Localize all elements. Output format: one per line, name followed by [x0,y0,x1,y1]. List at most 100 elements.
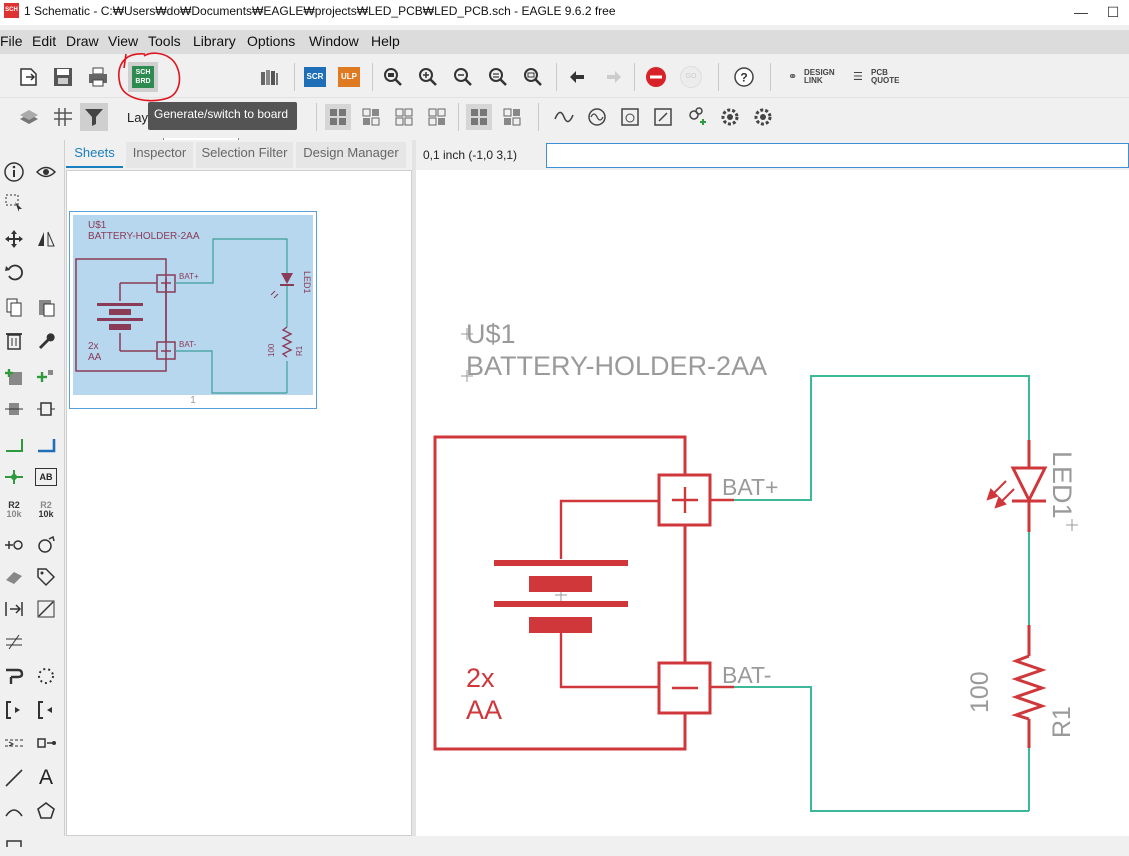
tab-inspector[interactable]: Inspector [126,142,193,168]
menu-edit[interactable]: Edit [32,33,56,49]
connect-icon[interactable] [33,730,59,756]
zoom-select-icon[interactable] [520,64,546,90]
name-icon[interactable]: R2 10k [33,497,59,523]
replace-icon[interactable] [1,396,27,422]
split-icon[interactable] [1,629,27,655]
info-icon[interactable] [1,159,27,185]
display-mode-icon[interactable] [499,104,525,130]
polygon-icon[interactable] [33,798,59,824]
eye-icon[interactable] [33,159,59,185]
menu-draw[interactable]: Draw [66,33,99,49]
rectangle-icon[interactable] [1,830,27,856]
gate-swap-icon[interactable] [33,396,59,422]
miter-icon[interactable] [33,596,59,622]
select-group-icon[interactable] [1,190,27,216]
display-mode-icon[interactable] [358,104,384,130]
probe-icon[interactable] [650,104,676,130]
library-icon[interactable] [256,64,282,90]
menu-library[interactable]: Library [193,33,236,49]
delete-icon[interactable] [1,327,27,353]
menu-help[interactable]: Help [371,33,400,49]
add-pin-icon[interactable] [33,364,59,390]
arc-dotted-icon[interactable] [33,663,59,689]
menu-tools[interactable]: Tools [148,33,181,49]
bracket-right-icon[interactable] [33,697,59,723]
zoom-redraw-icon[interactable] [485,64,511,90]
sheet-thumbnail[interactable]: U$1 BATTERY-HOLDER-2AA BAT+ BAT- 2x AA L… [69,211,317,409]
print-icon[interactable] [85,64,111,90]
smash-icon[interactable] [33,532,59,558]
schematic-canvas[interactable]: U$1 BATTERY-HOLDER-2AA BAT+ BAT- 2x AA L… [416,170,1129,836]
tab-sheets[interactable]: Sheets [66,142,123,168]
simulation-icon[interactable] [584,104,610,130]
move-icon[interactable] [1,226,27,252]
add-attribute-icon[interactable] [1,532,27,558]
net-icon[interactable] [1,432,27,458]
tab-selection-filter[interactable]: Selection Filter [196,142,293,168]
arc-icon[interactable] [1,798,27,824]
tab-design-manager[interactable]: Design Manager [296,142,406,168]
open-icon[interactable] [16,64,42,90]
script-button[interactable]: SCR [302,64,328,90]
value-icon[interactable]: R2 10k [1,497,27,523]
wrench-icon[interactable] [33,327,59,353]
rotate-icon[interactable] [1,259,27,285]
menu-view[interactable]: View [108,33,138,49]
add-link-icon[interactable] [684,104,710,130]
add-part-icon[interactable] [1,364,27,390]
schematic-labels: U$1 BATTERY-HOLDER-2AA BAT+ BAT- 2x AA L… [466,319,1077,738]
menu-file[interactable]: File [0,33,23,49]
paste-icon[interactable] [33,294,59,320]
schematic-drawing: U$1 BATTERY-HOLDER-2AA BAT+ BAT- 2x AA L… [433,319,1078,812]
stop-icon[interactable] [643,64,669,90]
link-icon: ⚭ [788,71,798,83]
redo-icon[interactable] [600,64,626,90]
display-mode-icon[interactable] [391,104,417,130]
count-label-line1: 2x [466,663,495,693]
go-button[interactable]: GO [678,64,704,90]
layers-icon[interactable] [16,104,42,130]
bus-icon[interactable] [33,432,59,458]
tag-icon[interactable] [33,564,59,590]
grid-icon[interactable] [50,104,76,130]
zoom-in-icon[interactable] [415,64,441,90]
display-mode-icon[interactable] [325,104,351,130]
save-icon[interactable] [50,64,76,90]
menu-window[interactable]: Window [309,33,359,49]
ulp-button[interactable]: ULP [336,64,362,90]
gear-icon[interactable] [750,104,776,130]
eraser-icon[interactable] [1,564,27,590]
command-line-input[interactable] [546,143,1129,168]
dimension-icon[interactable] [1,730,27,756]
line-icon[interactable] [1,765,27,791]
route-icon[interactable] [1,663,27,689]
design-link-button[interactable]: ⚭ DESIGN LINK [788,69,844,87]
display-mode-icon[interactable] [424,104,450,130]
filter-icon[interactable] [80,103,108,131]
copy-icon[interactable] [1,294,27,320]
mirror-icon[interactable] [33,226,59,252]
help-icon[interactable]: ? [731,64,757,90]
label-icon[interactable]: AB [33,464,59,490]
toolbar-separator [294,63,295,91]
maximize-button[interactable]: ☐ [1098,2,1128,22]
probe-icon[interactable] [617,104,643,130]
bracket-left-icon[interactable] [1,697,27,723]
count-label-line2: AA [466,695,502,725]
pcb-quote-button[interactable]: ☰ PCB QUOTE [853,69,909,87]
menu-options[interactable]: Options [247,33,295,49]
pin-direction-icon[interactable] [1,596,27,622]
zoom-fit-icon[interactable] [380,64,406,90]
junction-icon[interactable] [1,464,27,490]
display-mode-icon[interactable] [466,104,492,130]
minimize-button[interactable]: — [1066,2,1096,22]
thumb-count-line1: 2x [88,341,99,352]
wire-style-icon[interactable] [551,104,577,130]
gear-icon[interactable] [717,104,743,130]
thumbnail-schematic: U$1 BATTERY-HOLDER-2AA BAT+ BAT- 2x AA L… [75,220,312,394]
text-icon[interactable]: A [33,765,59,791]
coordinate-display: 0,1 inch (-1,0 3,1) [423,148,518,162]
zoom-out-icon[interactable] [450,64,476,90]
undo-icon[interactable] [565,64,591,90]
sheets-list: U$1 BATTERY-HOLDER-2AA BAT+ BAT- 2x AA L… [66,170,412,836]
